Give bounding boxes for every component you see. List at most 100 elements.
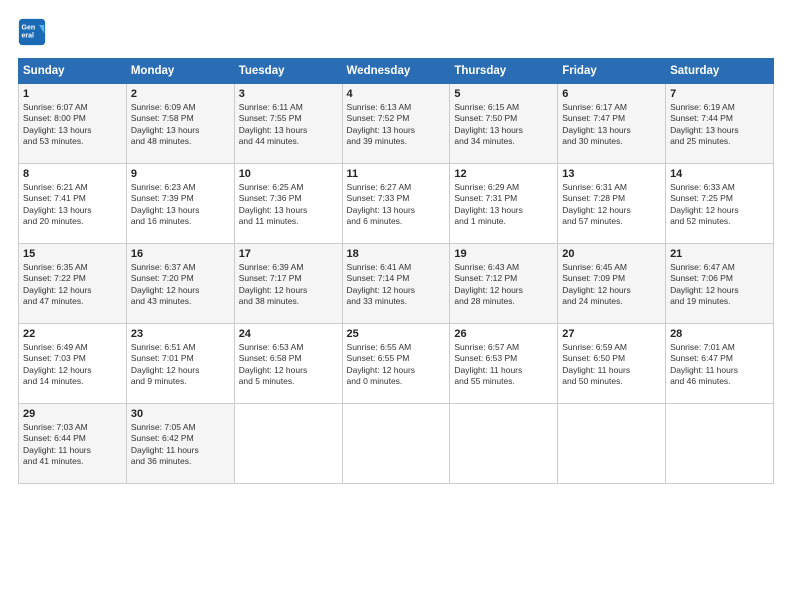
day-cell-13: 13 Sunrise: 6:31 AMSunset: 7:28 PMDayligh… <box>558 164 666 244</box>
day-cell-16: 16 Sunrise: 6:37 AMSunset: 7:20 PMDayligh… <box>126 244 234 324</box>
day-number: 25 <box>347 328 446 340</box>
day-cell-10: 10Sunrise: 6:25 AMSunset: 7:36 PMDayligh… <box>234 164 342 244</box>
calendar-row-4: 29 Sunrise: 7:03 AMSunset: 6:44 PMDayligh… <box>19 404 774 484</box>
weekday-header-sunday: Sunday <box>19 59 127 84</box>
day-number: 11 <box>347 168 446 180</box>
cell-content: Sunrise: 6:19 AMSunset: 7:44 PMDaylight:… <box>670 102 769 148</box>
day-cell-6: 6 Sunrise: 6:17 AMSunset: 7:47 PMDaylight… <box>558 84 666 164</box>
day-cell-23: 23 Sunrise: 6:51 AMSunset: 7:01 PMDayligh… <box>126 324 234 404</box>
weekday-header-monday: Monday <box>126 59 234 84</box>
cell-content: Sunrise: 6:39 AMSunset: 7:17 PMDaylight:… <box>239 262 338 308</box>
empty-cell <box>342 404 450 484</box>
weekday-header-tuesday: Tuesday <box>234 59 342 84</box>
cell-content: Sunrise: 6:35 AMSunset: 7:22 PMDaylight:… <box>23 262 122 308</box>
calendar-row-0: 1 Sunrise: 6:07 AMSunset: 8:00 PMDaylight… <box>19 84 774 164</box>
empty-cell <box>234 404 342 484</box>
day-number: 18 <box>347 248 446 260</box>
day-cell-4: 4Sunrise: 6:13 AMSunset: 7:52 PMDaylight… <box>342 84 450 164</box>
cell-content: Sunrise: 6:41 AMSunset: 7:14 PMDaylight:… <box>347 262 446 308</box>
day-cell-29: 29 Sunrise: 7:03 AMSunset: 6:44 PMDayligh… <box>19 404 127 484</box>
day-number: 28 <box>670 328 769 340</box>
cell-content: Sunrise: 6:55 AMSunset: 6:55 PMDaylight:… <box>347 342 446 388</box>
day-cell-19: 19 Sunrise: 6:43 AMSunset: 7:12 PMDayligh… <box>450 244 558 324</box>
day-cell-17: 17 Sunrise: 6:39 AMSunset: 7:17 PMDayligh… <box>234 244 342 324</box>
day-number: 24 <box>239 328 338 340</box>
day-cell-21: 21 Sunrise: 6:47 AMSunset: 7:06 PMDayligh… <box>666 244 774 324</box>
day-cell-2: 2Sunrise: 6:09 AMSunset: 7:58 PMDaylight… <box>126 84 234 164</box>
day-cell-7: 7 Sunrise: 6:19 AMSunset: 7:44 PMDaylight… <box>666 84 774 164</box>
cell-content: Sunrise: 6:59 AMSunset: 6:50 PMDaylight:… <box>562 342 661 388</box>
day-number: 26 <box>454 328 553 340</box>
cell-content: Sunrise: 6:49 AMSunset: 7:03 PMDaylight:… <box>23 342 122 388</box>
cell-content: Sunrise: 6:07 AMSunset: 8:00 PMDaylight:… <box>23 102 122 148</box>
weekday-header-wednesday: Wednesday <box>342 59 450 84</box>
day-number: 2 <box>131 88 230 100</box>
header: Gen eral <box>18 18 774 46</box>
day-number: 12 <box>454 168 553 180</box>
day-number: 19 <box>454 248 553 260</box>
cell-content: Sunrise: 6:53 AMSunset: 6:58 PMDaylight:… <box>239 342 338 388</box>
day-number: 17 <box>239 248 338 260</box>
day-number: 14 <box>670 168 769 180</box>
day-cell-18: 18 Sunrise: 6:41 AMSunset: 7:14 PMDayligh… <box>342 244 450 324</box>
cell-content: Sunrise: 6:17 AMSunset: 7:47 PMDaylight:… <box>562 102 661 148</box>
day-number: 9 <box>131 168 230 180</box>
cell-content: Sunrise: 6:31 AMSunset: 7:28 PMDaylight:… <box>562 182 661 228</box>
calendar-row-1: 8Sunrise: 6:21 AMSunset: 7:41 PMDaylight… <box>19 164 774 244</box>
day-number: 21 <box>670 248 769 260</box>
day-cell-24: 24 Sunrise: 6:53 AMSunset: 6:58 PMDayligh… <box>234 324 342 404</box>
cell-content: Sunrise: 6:45 AMSunset: 7:09 PMDaylight:… <box>562 262 661 308</box>
day-number: 1 <box>23 88 122 100</box>
svg-text:Gen: Gen <box>22 24 36 31</box>
day-cell-25: 25 Sunrise: 6:55 AMSunset: 6:55 PMDayligh… <box>342 324 450 404</box>
cell-content: Sunrise: 6:51 AMSunset: 7:01 PMDaylight:… <box>131 342 230 388</box>
day-cell-28: 28 Sunrise: 7:01 AMSunset: 6:47 PMDayligh… <box>666 324 774 404</box>
empty-cell <box>558 404 666 484</box>
cell-content: Sunrise: 6:47 AMSunset: 7:06 PMDaylight:… <box>670 262 769 308</box>
day-number: 7 <box>670 88 769 100</box>
day-number: 15 <box>23 248 122 260</box>
day-cell-1: 1 Sunrise: 6:07 AMSunset: 8:00 PMDaylight… <box>19 84 127 164</box>
day-cell-26: 26 Sunrise: 6:57 AMSunset: 6:53 PMDayligh… <box>450 324 558 404</box>
weekday-header-friday: Friday <box>558 59 666 84</box>
day-number: 5 <box>454 88 553 100</box>
cell-content: Sunrise: 6:57 AMSunset: 6:53 PMDaylight:… <box>454 342 553 388</box>
day-number: 3 <box>239 88 338 100</box>
day-number: 22 <box>23 328 122 340</box>
cell-content: Sunrise: 6:15 AMSunset: 7:50 PMDaylight:… <box>454 102 553 148</box>
day-cell-5: 5 Sunrise: 6:15 AMSunset: 7:50 PMDaylight… <box>450 84 558 164</box>
cell-content: Sunrise: 7:01 AMSunset: 6:47 PMDaylight:… <box>670 342 769 388</box>
day-cell-12: 12Sunrise: 6:29 AMSunset: 7:31 PMDayligh… <box>450 164 558 244</box>
day-number: 27 <box>562 328 661 340</box>
cell-content: Sunrise: 6:33 AMSunset: 7:25 PMDaylight:… <box>670 182 769 228</box>
day-cell-9: 9 Sunrise: 6:23 AMSunset: 7:39 PMDaylight… <box>126 164 234 244</box>
cell-content: Sunrise: 6:23 AMSunset: 7:39 PMDaylight:… <box>131 182 230 228</box>
weekday-header-row: SundayMondayTuesdayWednesdayThursdayFrid… <box>19 59 774 84</box>
day-cell-11: 11Sunrise: 6:27 AMSunset: 7:33 PMDayligh… <box>342 164 450 244</box>
day-number: 23 <box>131 328 230 340</box>
calendar-row-2: 15 Sunrise: 6:35 AMSunset: 7:22 PMDayligh… <box>19 244 774 324</box>
day-cell-14: 14 Sunrise: 6:33 AMSunset: 7:25 PMDayligh… <box>666 164 774 244</box>
empty-cell <box>666 404 774 484</box>
day-cell-3: 3 Sunrise: 6:11 AMSunset: 7:55 PMDaylight… <box>234 84 342 164</box>
weekday-header-saturday: Saturday <box>666 59 774 84</box>
day-number: 30 <box>131 408 230 420</box>
day-cell-15: 15 Sunrise: 6:35 AMSunset: 7:22 PMDayligh… <box>19 244 127 324</box>
cell-content: Sunrise: 6:37 AMSunset: 7:20 PMDaylight:… <box>131 262 230 308</box>
weekday-header-thursday: Thursday <box>450 59 558 84</box>
day-cell-22: 22 Sunrise: 6:49 AMSunset: 7:03 PMDayligh… <box>19 324 127 404</box>
day-cell-27: 27 Sunrise: 6:59 AMSunset: 6:50 PMDayligh… <box>558 324 666 404</box>
cell-content: Sunrise: 6:21 AMSunset: 7:41 PMDaylight:… <box>23 182 122 228</box>
day-number: 16 <box>131 248 230 260</box>
day-number: 13 <box>562 168 661 180</box>
svg-text:eral: eral <box>22 32 35 39</box>
day-cell-20: 20Sunrise: 6:45 AMSunset: 7:09 PMDayligh… <box>558 244 666 324</box>
day-number: 29 <box>23 408 122 420</box>
cell-content: Sunrise: 6:43 AMSunset: 7:12 PMDaylight:… <box>454 262 553 308</box>
day-cell-8: 8Sunrise: 6:21 AMSunset: 7:41 PMDaylight… <box>19 164 127 244</box>
cell-content: Sunrise: 7:03 AMSunset: 6:44 PMDaylight:… <box>23 422 122 468</box>
cell-content: Sunrise: 7:05 AMSunset: 6:42 PMDaylight:… <box>131 422 230 468</box>
day-number: 6 <box>562 88 661 100</box>
cell-content: Sunrise: 6:11 AMSunset: 7:55 PMDaylight:… <box>239 102 338 148</box>
calendar-table: SundayMondayTuesdayWednesdayThursdayFrid… <box>18 58 774 484</box>
